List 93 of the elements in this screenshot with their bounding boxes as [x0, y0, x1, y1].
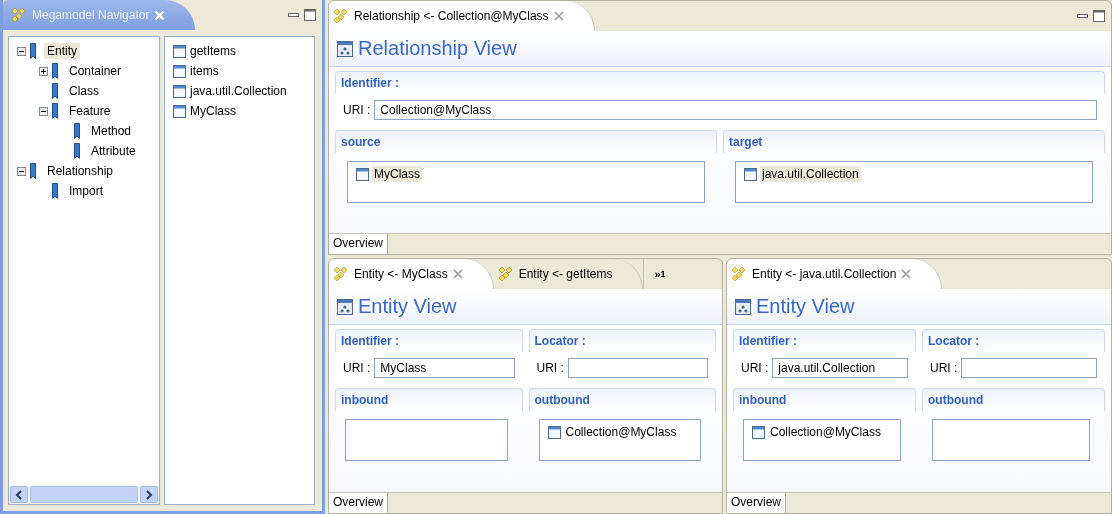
list-item[interactable]: java.util.Collection: [190, 84, 287, 98]
collapse-icon[interactable]: [39, 106, 48, 116]
uri-label: URI :: [930, 361, 958, 375]
section-header: target: [723, 130, 1105, 153]
view-icon: [337, 298, 353, 315]
view-title: Relationship View: [358, 37, 517, 60]
view-icon: [735, 298, 751, 315]
close-icon[interactable]: [452, 269, 463, 279]
tree-item[interactable]: Import: [66, 183, 106, 199]
bookmark-icon: [52, 183, 58, 199]
bookmark-icon: [52, 83, 58, 99]
class-icon: [173, 64, 186, 78]
editor-tab[interactable]: Relationship <- Collection@MyClass: [329, 1, 595, 31]
section-header: Identifier :: [335, 329, 523, 352]
uri-field[interactable]: java.util.Collection: [772, 358, 908, 378]
list-box[interactable]: [932, 419, 1090, 461]
section-header: Locator :: [528, 329, 716, 352]
scroll-left-button[interactable]: [10, 486, 28, 503]
uri-label: URI :: [741, 361, 769, 375]
minimize-icon[interactable]: [288, 12, 299, 18]
maximize-icon[interactable]: [304, 9, 316, 21]
page-tab[interactable]: Overview: [329, 234, 388, 254]
uri-label: URI :: [343, 103, 371, 117]
section-header: outbound: [922, 388, 1105, 411]
bookmark-icon: [74, 143, 80, 159]
bookmark-icon: [52, 103, 58, 119]
tree-item[interactable]: Attribute: [88, 143, 139, 159]
horizontal-scrollbar[interactable]: [9, 485, 159, 504]
class-icon: [173, 44, 186, 58]
close-icon[interactable]: [901, 269, 912, 279]
page-tab[interactable]: Overview: [727, 493, 786, 513]
section-header: Identifier :: [335, 71, 1105, 94]
diamonds-icon: [11, 7, 27, 23]
uri-label: URI :: [536, 361, 564, 375]
editor-tab[interactable]: Entity <- MyClass: [329, 259, 494, 289]
bookmark-icon: [52, 63, 58, 79]
list-box[interactable]: [345, 419, 508, 461]
list-box[interactable]: Collection@MyClass: [743, 419, 901, 461]
view-title: Entity View: [358, 295, 457, 318]
list-item[interactable]: MyClass: [372, 166, 422, 182]
diamonds-icon: [333, 8, 349, 24]
section-header: outbound: [528, 388, 716, 411]
close-icon[interactable]: [553, 11, 564, 21]
view-title: Entity View: [756, 295, 855, 318]
diamonds-icon: [333, 266, 349, 282]
class-icon: [744, 167, 757, 181]
collapse-icon[interactable]: [17, 46, 26, 56]
diamonds-icon: [731, 266, 747, 282]
uri-field[interactable]: [961, 358, 1097, 378]
section-header: Identifier :: [733, 329, 916, 352]
tree-item[interactable]: Feature: [66, 103, 114, 119]
class-icon: [173, 84, 186, 98]
section-header: Locator :: [922, 329, 1105, 352]
bookmark-icon: [30, 163, 36, 179]
bookmark-icon: [30, 43, 36, 59]
bookmark-icon: [74, 123, 80, 139]
list-box[interactable]: java.util.Collection: [735, 161, 1093, 203]
class-icon: [752, 425, 765, 439]
collapse-icon[interactable]: [17, 166, 26, 176]
expand-icon[interactable]: [39, 66, 48, 76]
editor-tab[interactable]: Entity <- java.util.Collection: [727, 259, 943, 289]
uri-field[interactable]: MyClass: [374, 358, 515, 378]
tree-item[interactable]: Class: [66, 83, 102, 99]
list-item[interactable]: java.util.Collection: [760, 166, 861, 182]
tree-item[interactable]: Method: [88, 123, 135, 139]
uri-field[interactable]: Collection@MyClass: [374, 100, 1097, 120]
section-header: source: [335, 130, 717, 153]
scroll-right-button[interactable]: [140, 486, 158, 503]
page-tab[interactable]: Overview: [329, 493, 388, 513]
scroll-thumb[interactable]: [30, 486, 138, 503]
class-icon: [547, 425, 561, 439]
class-icon: [356, 167, 369, 181]
list-item[interactable]: getItems: [190, 44, 237, 58]
section-header: inbound: [733, 388, 916, 411]
section-header: inbound: [335, 388, 523, 411]
uri-field[interactable]: [567, 358, 708, 378]
class-icon: [173, 104, 186, 118]
maximize-icon[interactable]: [1093, 10, 1105, 22]
chevron-left-icon: [15, 489, 23, 500]
tree-item[interactable]: Entity: [44, 43, 80, 59]
list-item[interactable]: items: [190, 64, 219, 78]
list-item[interactable]: Collection@MyClass: [768, 424, 883, 440]
list-item[interactable]: MyClass: [190, 104, 236, 118]
minimize-icon[interactable]: [1077, 13, 1088, 19]
view-icon: [337, 40, 353, 57]
list-box[interactable]: MyClass: [347, 161, 705, 203]
list-item[interactable]: Collection@MyClass: [563, 424, 679, 440]
chevron-right-icon: [145, 489, 153, 500]
list-box[interactable]: Collection@MyClass: [538, 419, 701, 461]
uri-label: URI :: [343, 361, 371, 375]
diamonds-icon: [497, 266, 514, 282]
tree-item[interactable]: Container: [66, 63, 125, 79]
tree-item[interactable]: Relationship: [44, 163, 117, 179]
